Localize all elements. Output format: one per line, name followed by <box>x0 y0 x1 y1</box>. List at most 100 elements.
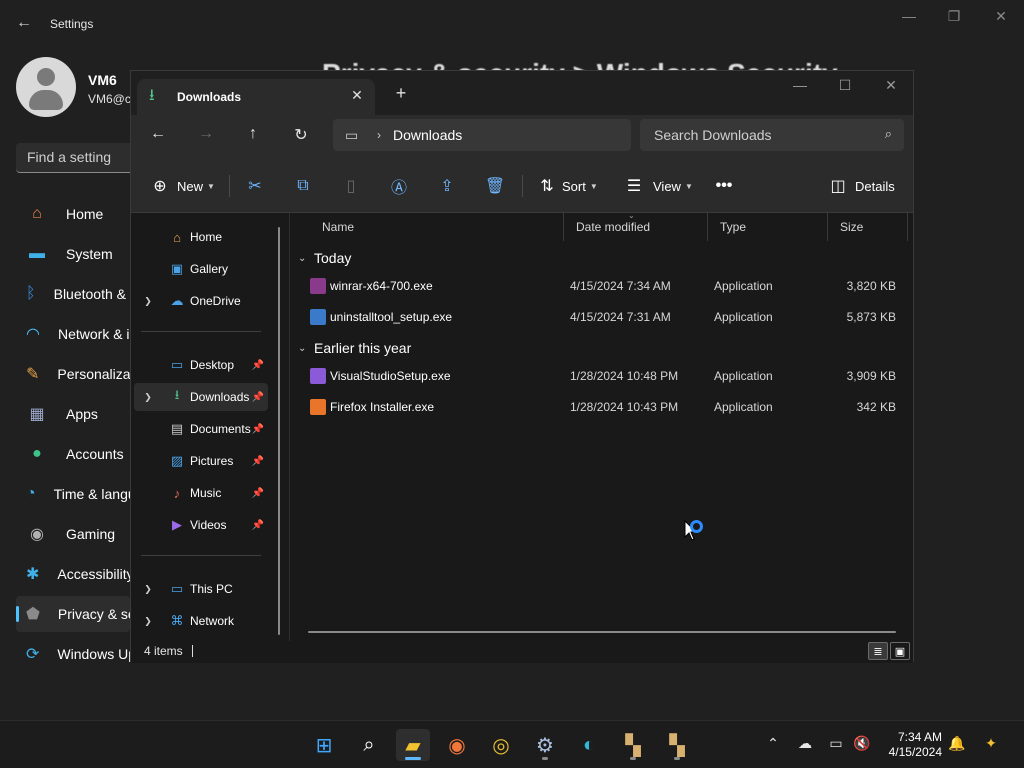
column-header-name[interactable]: Name <box>310 213 564 241</box>
file-row[interactable]: VisualStudioSetup.exe 1/28/2024 10:48 PM A… <box>290 361 910 391</box>
close-icon[interactable]: ✕ <box>877 77 905 94</box>
tab-downloads[interactable]: ⭳ Downloads ✕ <box>137 79 375 115</box>
nav-pane-item[interactable]: ❯ ⭳ Downloads 📌 <box>134 383 268 411</box>
new-tab-button[interactable]: + <box>389 83 413 104</box>
nav-pane-item[interactable]: ♪ Music 📌 <box>134 479 268 507</box>
settings-nav-item[interactable]: ᛒ Bluetooth & devices <box>16 276 130 312</box>
minimize-icon[interactable]: — <box>897 8 921 24</box>
search-input[interactable]: Search Downloads ⌕ <box>640 119 904 151</box>
network-icon[interactable]: ▭ <box>825 735 847 752</box>
maximize-icon[interactable]: ☐ <box>831 77 859 94</box>
refresh-button[interactable]: ↻ <box>288 125 314 149</box>
pin-icon[interactable]: 📌 <box>252 360 264 371</box>
taskbar-app[interactable]: ▰ <box>396 729 430 761</box>
close-tab-icon[interactable]: ✕ <box>347 87 367 104</box>
settings-nav-item[interactable]: ◉ Gaming <box>16 516 130 552</box>
taskbar-app[interactable]: ⚙ <box>528 729 562 761</box>
details-view-button[interactable]: ≣ <box>868 642 888 660</box>
settings-nav-label: Privacy & security <box>57 606 130 622</box>
settings-nav-item[interactable]: ⌂ Home <box>16 196 130 232</box>
settings-nav-item[interactable]: ◠ Network & internet <box>16 316 130 352</box>
nav-pane-item[interactable]: ❯ ▭ This PC <box>134 575 268 603</box>
group-header[interactable]: ⌄ Earlier this year <box>298 337 411 359</box>
pin-icon[interactable]: 📌 <box>252 520 264 531</box>
clock[interactable]: 7:34 AM 4/15/2024 <box>880 730 942 760</box>
settings-nav-item[interactable]: ✎ Personalization <box>16 356 130 392</box>
file-row[interactable]: Firefox Installer.exe 1/28/2024 10:43 PM A… <box>290 392 910 422</box>
up-button[interactable]: ↑ <box>240 125 266 149</box>
chevron-down-icon[interactable]: ⌄ <box>298 343 314 354</box>
chevron-right-icon[interactable]: ❯ <box>140 584 156 595</box>
taskbar-app[interactable]: ▚ <box>616 729 650 761</box>
nav-pane-item[interactable]: ▣ Gallery <box>134 255 268 283</box>
breadcrumb[interactable]: Downloads <box>393 127 462 143</box>
taskbar-app[interactable]: ◉ <box>440 729 474 761</box>
search-icon: ⌕ <box>884 126 892 141</box>
settings-nav-label: Apps <box>66 406 98 422</box>
scrollbar[interactable] <box>278 227 280 635</box>
chevron-up-icon[interactable]: ⌃ <box>762 735 784 752</box>
nav-pane-item[interactable]: ▤ Documents 📌 <box>134 415 268 443</box>
taskbar-app[interactable]: ◐ <box>572 729 606 761</box>
onedrive-offline-icon[interactable]: ☁ <box>794 735 816 752</box>
details-button[interactable]: ◫ Details <box>827 173 894 199</box>
settings-nav-item[interactable]: ● Accounts <box>16 436 130 472</box>
restore-icon[interactable]: ❐ <box>942 8 966 25</box>
tiles-view-button[interactable]: ▣ <box>890 642 910 660</box>
forward-button[interactable]: → <box>193 125 219 149</box>
chevron-right-icon[interactable]: ❯ <box>140 296 156 307</box>
back-button[interactable]: ← <box>145 125 171 149</box>
nav-pane-item[interactable]: ❯ ⌘ Network <box>134 607 268 635</box>
new-button[interactable]: ⊕ New ▼ <box>149 173 215 199</box>
paste-button[interactable]: ▯ <box>340 173 362 199</box>
settings-nav-item[interactable]: ⬟ Privacy & security <box>16 596 130 632</box>
pin-icon[interactable]: 📌 <box>252 488 264 499</box>
sort-button[interactable]: ⇅ Sort ▼ <box>536 173 597 199</box>
chevron-right-icon[interactable]: ❯ <box>140 616 156 627</box>
avatar[interactable] <box>16 57 76 117</box>
rename-button[interactable]: Ⓐ <box>388 173 410 199</box>
taskbar-app[interactable]: ⌕ <box>352 729 386 761</box>
view-button[interactable]: ☰ View ▼ <box>623 173 693 199</box>
address-bar[interactable]: ▭ › Downloads <box>333 119 631 151</box>
column-header-date-modified[interactable]: Date modified <box>564 213 708 241</box>
taskbar-app[interactable]: ⊞ <box>307 729 341 761</box>
chevron-down-icon[interactable]: ⌄ <box>298 253 314 264</box>
settings-nav-item[interactable]: ▦ Apps <box>16 396 130 432</box>
cut-button[interactable]: ✂ <box>244 173 266 199</box>
pin-icon[interactable]: 📌 <box>252 392 264 403</box>
delete-button[interactable]: 🗑 <box>484 173 506 199</box>
ellipsis-icon: ••• <box>715 177 733 194</box>
pin-icon[interactable]: 📌 <box>252 456 264 467</box>
notification-bell-icon[interactable]: 🔔 <box>946 735 968 752</box>
chrome-icon: ◎ <box>492 734 510 757</box>
file-row[interactable]: uninstalltool_setup.exe 4/15/2024 7:31 AM… <box>290 302 910 332</box>
horizontal-scrollbar[interactable] <box>308 631 896 633</box>
copy-button[interactable]: ⧉ <box>292 173 314 199</box>
nav-pane-item[interactable]: ▨ Pictures 📌 <box>134 447 268 475</box>
nav-pane-item[interactable]: ▭ Desktop 📌 <box>134 351 268 379</box>
back-arrow-icon[interactable]: ← <box>16 14 34 34</box>
nav-pane-item[interactable]: ❯ ☁ OneDrive <box>134 287 268 315</box>
chevron-right-icon[interactable]: ❯ <box>140 392 156 403</box>
close-icon[interactable]: ✕ <box>989 8 1013 25</box>
settings-nav-item[interactable]: ✱ Accessibility <box>16 556 130 592</box>
nav-pane-item[interactable]: ⌂ Home <box>134 223 268 251</box>
taskbar-app[interactable]: ▚ <box>660 729 694 761</box>
copilot-icon[interactable]: ✦ <box>980 735 1002 752</box>
chevron-right-icon[interactable]: › <box>377 128 381 142</box>
volume-muted-icon[interactable]: 🔇 <box>851 735 873 752</box>
group-header[interactable]: ⌄ Today <box>298 247 351 269</box>
column-header-size[interactable]: Size <box>828 213 908 241</box>
settings-nav-item[interactable]: ▬ System <box>16 236 130 272</box>
column-header-type[interactable]: Type <box>708 213 828 241</box>
minimize-icon[interactable]: — <box>786 77 814 93</box>
pin-icon[interactable]: 📌 <box>252 424 264 435</box>
taskbar-app[interactable]: ◎ <box>484 729 518 761</box>
more-options-button[interactable]: ••• <box>713 173 735 199</box>
settings-nav-item[interactable]: ◔ Time & language <box>16 476 130 512</box>
settings-nav-item[interactable]: ⟳ Windows Update <box>16 636 130 672</box>
share-button[interactable]: ⇪ <box>436 173 458 199</box>
nav-pane-item[interactable]: ▶ Videos 📌 <box>134 511 268 539</box>
file-row[interactable]: winrar-x64-700.exe 4/15/2024 7:34 AM Appli… <box>290 271 910 301</box>
